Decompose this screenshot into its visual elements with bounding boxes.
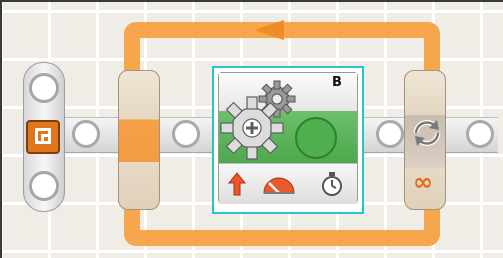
- program-canvas[interactable]: ∞ B: [0, 0, 503, 258]
- loop-cycle-icon[interactable]: [410, 116, 444, 150]
- rail-hole: [29, 73, 59, 103]
- port-label: B: [332, 75, 342, 90]
- beam-hole: [72, 120, 100, 148]
- start-icon[interactable]: [26, 120, 60, 154]
- loop-start-post[interactable]: [118, 70, 160, 210]
- green-circle-icon: [295, 117, 337, 159]
- gear-icon: [220, 96, 284, 160]
- beam-hole: [466, 120, 494, 148]
- infinity-icon: ∞: [413, 168, 433, 196]
- power-meter-icon[interactable]: [261, 171, 297, 197]
- motor-block[interactable]: B: [218, 72, 358, 204]
- rail-hole: [29, 171, 59, 201]
- loop-arrow-icon: [254, 20, 284, 40]
- stopwatch-icon[interactable]: [319, 171, 345, 197]
- direction-up-arrow-icon[interactable]: [227, 171, 247, 197]
